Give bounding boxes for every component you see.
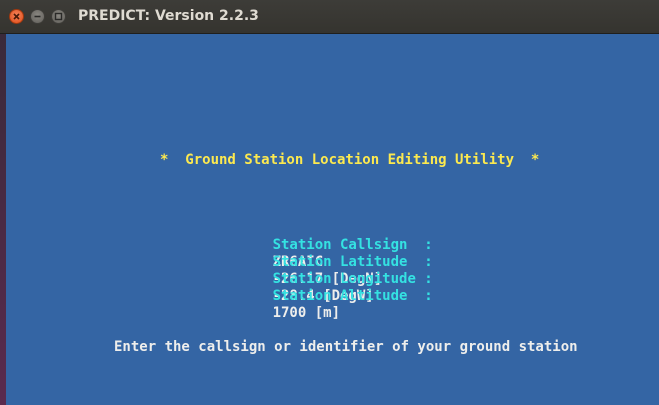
field-row-altitude: Station Altitude : 1700 [m] — [222, 271, 433, 339]
predict-window: PREDICT: Version 2.2.3 * Ground Station … — [0, 0, 659, 405]
field-value-altitude: 1700 [m] — [272, 305, 341, 321]
maximize-icon — [54, 12, 63, 21]
utility-heading: * Ground Station Location Editing Utilit… — [160, 152, 540, 168]
window-title: PREDICT: Version 2.2.3 — [78, 8, 259, 24]
close-icon — [13, 13, 20, 20]
minimize-icon — [34, 15, 41, 18]
terminal-screen[interactable]: * Ground Station Location Editing Utilit… — [6, 34, 659, 405]
field-label-altitude: Station Altitude : — [272, 288, 433, 304]
maximize-button[interactable] — [51, 9, 66, 24]
minimize-button[interactable] — [30, 9, 45, 24]
close-button[interactable] — [9, 9, 24, 24]
title-bar[interactable]: PREDICT: Version 2.2.3 — [0, 0, 659, 34]
input-prompt: Enter the callsign or identifier of your… — [114, 339, 578, 355]
